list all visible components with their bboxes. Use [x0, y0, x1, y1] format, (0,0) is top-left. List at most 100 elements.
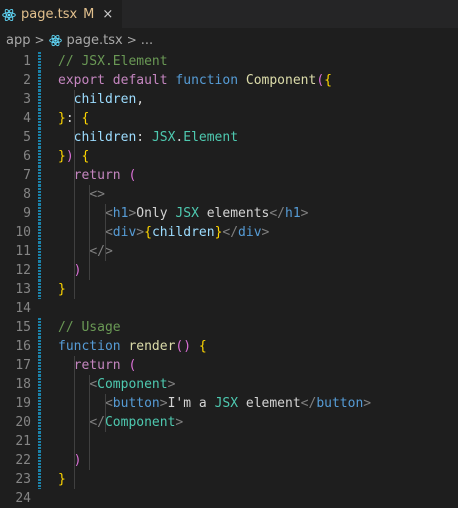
indent-guide — [73, 128, 75, 166]
indent-guide — [73, 356, 75, 489]
modified-gutter-marker — [38, 185, 41, 204]
code-line[interactable]: 9 <h1>Only JSX elements</h1> — [0, 204, 458, 223]
code-text: <Component> — [89, 377, 176, 392]
line-number: 22 — [15, 453, 31, 468]
code-line[interactable]: 6}) { — [0, 147, 458, 166]
code-text: children, — [73, 92, 145, 107]
code-text: return ( — [73, 168, 137, 183]
chevron-right-icon: > — [34, 33, 45, 47]
line-number: 9 — [23, 206, 31, 221]
code-text: </Component> — [89, 415, 184, 430]
line-number: 2 — [23, 73, 31, 88]
code-text: ) — [73, 453, 82, 468]
modified-gutter-marker — [38, 375, 41, 394]
indent-guide — [73, 166, 75, 299]
code-line[interactable]: 14 — [0, 299, 458, 318]
modified-gutter-marker — [38, 413, 41, 432]
code-line[interactable]: 12 ) — [0, 261, 458, 280]
tab-label: page.tsx — [21, 6, 78, 22]
code-line[interactable]: 2 export default function Component({ — [0, 71, 458, 90]
line-number: 8 — [23, 187, 31, 202]
indent-guide — [89, 375, 91, 470]
line-number: 12 — [15, 263, 31, 278]
tab-page-tsx[interactable]: page.tsx M × — [0, 0, 122, 28]
code-line[interactable]: 23} — [0, 470, 458, 489]
modified-gutter-marker — [38, 223, 41, 242]
code-line[interactable]: 8 <> — [0, 185, 458, 204]
code-line[interactable]: 3 children, — [0, 90, 458, 109]
modified-gutter-marker — [38, 242, 41, 261]
code-text: export default function Component({ — [58, 73, 332, 88]
modified-gutter-marker — [38, 128, 41, 147]
line-number: 14 — [15, 301, 31, 316]
code-line[interactable]: 20 </Component> — [0, 413, 458, 432]
code-line[interactable]: 24 — [0, 489, 458, 508]
code-line[interactable]: 18 <Component> — [0, 375, 458, 394]
line-number: 24 — [15, 491, 31, 506]
code-line[interactable]: 13} — [0, 280, 458, 299]
modified-gutter-marker — [38, 432, 41, 451]
modified-gutter-marker — [38, 90, 41, 109]
code-text: <h1>Only JSX elements</h1> — [104, 206, 309, 221]
code-text: ) — [73, 263, 82, 278]
modified-gutter-marker — [38, 470, 41, 489]
indent-guide — [104, 204, 106, 261]
code-text: children: JSX.Element — [73, 130, 239, 145]
line-number: 13 — [15, 282, 31, 297]
code-line[interactable]: 16 function render() { — [0, 337, 458, 356]
indent-guide — [73, 90, 75, 128]
code-line[interactable]: 15 // Usage — [0, 318, 458, 337]
line-number: 10 — [15, 225, 31, 240]
breadcrumb-item-app[interactable]: app — [6, 33, 30, 48]
line-number: 3 — [23, 92, 31, 107]
modified-gutter-marker — [38, 71, 41, 90]
modified-gutter-marker — [38, 337, 41, 356]
indent-guide — [104, 394, 106, 432]
line-number: 20 — [15, 415, 31, 430]
code-text: function render() { — [58, 339, 207, 354]
line-number: 16 — [15, 339, 31, 354]
line-number: 23 — [15, 472, 31, 487]
code-line[interactable]: 21 — [0, 432, 458, 451]
code-text: } — [58, 282, 66, 297]
line-number: 4 — [23, 111, 31, 126]
modified-badge: M — [83, 6, 95, 22]
code-text: return ( — [73, 358, 137, 373]
close-icon[interactable]: × — [102, 7, 113, 22]
chevron-right-icon: > — [126, 33, 137, 47]
code-line[interactable]: 11 </> — [0, 242, 458, 261]
code-line[interactable]: 19 <button>I'm a JSX element</button> — [0, 394, 458, 413]
code-line[interactable]: 7 return ( — [0, 166, 458, 185]
code-line[interactable]: 17 return ( — [0, 356, 458, 375]
modified-gutter-marker — [38, 394, 41, 413]
breadcrumb-item-symbol[interactable]: ... — [141, 33, 153, 48]
code-line[interactable]: 4}: { — [0, 109, 458, 128]
modified-gutter-marker — [38, 318, 41, 337]
modified-gutter-marker — [38, 52, 41, 71]
tab-bar: page.tsx M × — [0, 0, 458, 28]
code-editor[interactable]: 1 // JSX.Element 2 export default function … — [0, 52, 458, 506]
line-number: 1 — [23, 54, 31, 69]
code-text: <> — [89, 187, 105, 202]
modified-gutter-marker — [38, 451, 41, 470]
line-number: 7 — [23, 168, 31, 183]
indent-guide — [89, 185, 91, 280]
breadcrumb-item-page-tsx[interactable]: page.tsx — [67, 33, 123, 48]
line-number: 19 — [15, 396, 31, 411]
code-line[interactable]: 5 children: JSX.Element — [0, 128, 458, 147]
code-text: // JSX.Element — [58, 54, 168, 69]
modified-gutter-marker — [38, 147, 41, 166]
line-number: 15 — [15, 320, 31, 335]
modified-gutter-marker — [38, 261, 41, 280]
modified-gutter-marker — [38, 166, 41, 185]
line-number: 11 — [15, 244, 31, 259]
code-line[interactable]: 1 // JSX.Element — [0, 52, 458, 71]
modified-gutter-marker — [38, 356, 41, 375]
code-line[interactable]: 10 <div>{children}</div> — [0, 223, 458, 242]
code-line[interactable]: 22 ) — [0, 451, 458, 470]
line-number: 6 — [23, 149, 31, 164]
line-number: 5 — [23, 130, 31, 145]
modified-gutter-marker — [38, 280, 41, 299]
line-number: 17 — [15, 358, 31, 373]
modified-gutter-marker — [38, 109, 41, 128]
